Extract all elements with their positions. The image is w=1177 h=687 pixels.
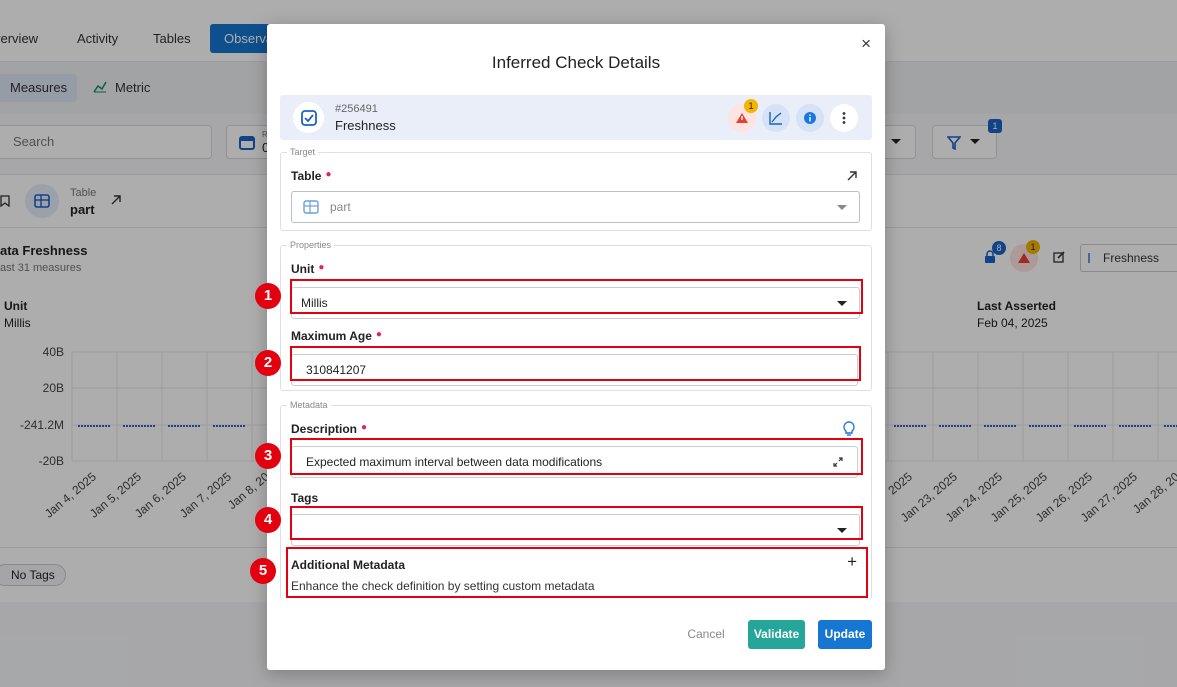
table-label-text: Table bbox=[291, 169, 322, 183]
annotation-box-additional-metadata bbox=[286, 547, 868, 598]
unit-label-text: Unit bbox=[291, 262, 315, 276]
annotation-marker-2: 2 bbox=[255, 350, 281, 376]
annotation-marker-3: 3 bbox=[255, 443, 281, 469]
annotation-box-unit bbox=[290, 279, 863, 314]
required-marker: ● bbox=[325, 169, 332, 180]
annotation-box-max-age bbox=[290, 346, 861, 381]
unit-field-label: Unit ● bbox=[291, 262, 324, 276]
check-details-modal: × Inferred Check Details #256491 Freshne… bbox=[267, 24, 885, 670]
chevron-down-icon bbox=[837, 205, 847, 210]
annotation-marker-4: 4 bbox=[255, 507, 281, 533]
info-button[interactable] bbox=[796, 104, 824, 132]
info-icon bbox=[804, 112, 816, 124]
tags-field-label: Tags bbox=[291, 491, 318, 505]
warning-count-badge: 1 bbox=[744, 99, 758, 113]
chart-button[interactable] bbox=[762, 104, 790, 132]
warning-icon bbox=[736, 113, 748, 123]
target-legend: Target bbox=[290, 147, 316, 157]
required-marker: ● bbox=[375, 329, 382, 340]
max-age-field-label: Maximum Age ● bbox=[291, 329, 382, 343]
table-field-label: Table ● bbox=[291, 169, 332, 183]
annotation-marker-1: 1 bbox=[255, 283, 281, 309]
table-select-value: part bbox=[330, 200, 351, 214]
table-select[interactable]: part bbox=[291, 191, 860, 223]
required-marker: ● bbox=[318, 262, 325, 273]
checkbox-icon bbox=[301, 110, 317, 126]
check-header: #256491 Freshness 1 bbox=[280, 95, 872, 140]
more-options-button[interactable] bbox=[830, 104, 858, 132]
close-icon[interactable]: × bbox=[861, 34, 871, 54]
kebab-icon bbox=[842, 112, 846, 124]
check-type-avatar bbox=[293, 102, 324, 133]
metadata-legend: Metadata bbox=[290, 400, 328, 410]
modal-title: Inferred Check Details bbox=[491, 53, 661, 72]
table-icon bbox=[303, 200, 319, 214]
external-link-icon[interactable] bbox=[847, 171, 857, 181]
check-id: #256491 bbox=[335, 103, 378, 115]
update-button[interactable]: Update bbox=[818, 620, 872, 649]
cancel-button[interactable]: Cancel bbox=[679, 620, 733, 649]
description-field-label: Description ● bbox=[291, 422, 367, 436]
line-chart-icon bbox=[769, 112, 782, 125]
annotation-box-description bbox=[290, 438, 863, 475]
tags-label-text: Tags bbox=[291, 491, 319, 505]
check-name: Freshness bbox=[335, 118, 396, 133]
max-age-label-text: Maximum Age bbox=[291, 329, 372, 343]
required-marker: ● bbox=[361, 422, 368, 433]
properties-legend: Properties bbox=[290, 240, 332, 250]
description-label-text: Description bbox=[291, 422, 358, 436]
annotation-marker-5: 5 bbox=[250, 558, 276, 584]
validate-button[interactable]: Validate bbox=[748, 620, 805, 649]
lightbulb-icon[interactable] bbox=[843, 421, 855, 436]
annotation-box-tags bbox=[290, 506, 863, 540]
target-section: Target Table ● part bbox=[280, 147, 872, 231]
